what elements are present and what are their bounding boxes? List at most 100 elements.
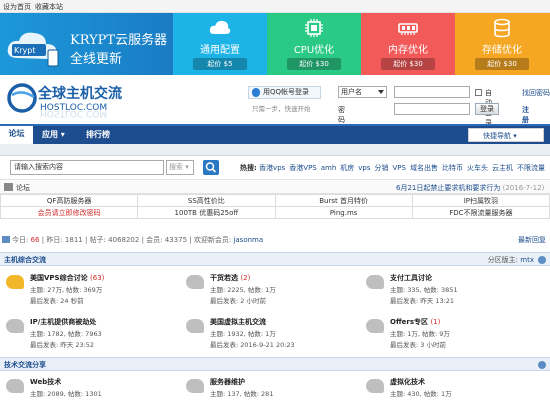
nav-item-ranking[interactable]: 排行榜 xyxy=(86,129,110,140)
collapse-icon[interactable] xyxy=(538,256,546,264)
forum-title[interactable]: 美国虚拟主机交流 xyxy=(210,317,266,327)
moderator-label: 分区版主: xyxy=(487,256,519,264)
search-input[interactable]: 请输入搜索内容 xyxy=(10,160,164,175)
forum-title[interactable]: 干货若选 (2) xyxy=(210,273,250,283)
forum-last-post[interactable]: 最后发表: 2 小时前 xyxy=(210,295,266,305)
forum-last-post[interactable]: 最后发表: 24 秒前 xyxy=(30,295,84,305)
hot-search-item[interactable]: 不限流量 xyxy=(517,164,545,172)
forum-title[interactable]: 服务器维护 xyxy=(210,377,245,387)
logo-cn-text: 全球主机交流 xyxy=(37,85,122,102)
collapse-icon[interactable] xyxy=(538,361,546,369)
hostloc-logo[interactable]: 全球主机交流 HOSTLOC.COM HOSTLOC.COM xyxy=(4,81,174,121)
qq-login-button[interactable]: 用QQ帐号登录 xyxy=(248,86,321,99)
section-moderator: 分区版主: mtx xyxy=(488,255,534,265)
password-field[interactable] xyxy=(394,103,470,115)
section-header-tech[interactable]: 技术交流分享 xyxy=(0,357,550,371)
latest-replies-link[interactable]: 最新回复 xyxy=(518,235,546,245)
ad-link[interactable]: SS高性价比 xyxy=(137,194,276,207)
forum-title[interactable]: IP/主机提供商被劫处 xyxy=(30,317,96,327)
forum-last-post[interactable]: 最后发表: 昨天 13:21 xyxy=(390,295,454,305)
register-link[interactable]: 注册 xyxy=(522,105,529,125)
forum-title[interactable]: Offers专区 (1) xyxy=(390,317,440,327)
forum-item[interactable]: IP/主机提供商被劫处 主题: 1782, 帖数: 7963 最后发表: 昨天 … xyxy=(0,314,180,358)
nav-item-forum[interactable]: 论坛 xyxy=(0,126,33,144)
hot-search-item[interactable]: vps xyxy=(358,164,370,172)
forum-thread-stats: 主题: 1782, 帖数: 7963 xyxy=(30,330,102,338)
hot-search-item[interactable]: 域名出售 xyxy=(410,164,438,172)
forum-item[interactable]: 服务器维护 主题: 137, 帖数: 281 xyxy=(180,374,360,400)
forum-last-post[interactable]: 最后发表: 昨天 23:52 xyxy=(30,339,94,349)
tile-cpu[interactable]: CPU优化 起价 $30 xyxy=(267,13,361,75)
tile-price-button[interactable]: 起价 $30 xyxy=(287,58,341,70)
ad-link[interactable]: QF高防服务器 xyxy=(0,194,139,207)
newest-member-link[interactable]: jasonma xyxy=(233,236,263,244)
forum-thread-stats: 主题: 137, 帖数: 281 xyxy=(210,390,274,398)
ad-link[interactable]: Burst 首月特价 xyxy=(274,194,413,207)
forum-item[interactable]: 美国VPS综合讨论 (63) 主题: 27万, 帖数: 369万 最后发表: 2… xyxy=(0,270,180,314)
tile-price-button[interactable]: 起价 $30 xyxy=(381,58,435,70)
section-title[interactable]: 技术交流分享 xyxy=(4,360,46,370)
tile-price-button[interactable]: 起价 $5 xyxy=(193,58,247,70)
forum-title[interactable]: 虚拟化技术 xyxy=(390,377,425,387)
tile-storage[interactable]: 存储优化 起价 $30 xyxy=(455,13,550,75)
set-home-link[interactable]: 设为首页 xyxy=(3,2,31,12)
username-type-select[interactable]: 用户名 xyxy=(338,86,387,98)
forum-item[interactable]: Offers专区 (1) 主题: 1万, 帖数: 9万 最后发表: 3 小时前 xyxy=(360,314,540,358)
hot-search-item[interactable]: 香港VPS xyxy=(289,164,316,172)
stats-newest-label: 欢迎新会员: xyxy=(193,236,232,244)
hot-search-item[interactable]: VPS xyxy=(393,164,406,172)
hot-search-item[interactable]: 云主机 xyxy=(492,164,513,172)
tile-price-button[interactable]: 起价 $30 xyxy=(475,58,529,70)
forgot-password-link[interactable]: 找回密码 xyxy=(522,88,550,98)
hot-search-item[interactable]: 香港vps xyxy=(259,164,285,172)
site-header: 全球主机交流 HOSTLOC.COM HOSTLOC.COM 用QQ帐号登录 只… xyxy=(0,75,550,127)
forum-item[interactable]: 美国虚拟主机交流 主题: 1932, 帖数: 1万 最后发表: 2016-9-2… xyxy=(180,314,360,358)
forum-name: 美国VPS综合讨论 xyxy=(30,274,88,282)
forum-thread-stats: 主题: 27万, 帖数: 369万 xyxy=(30,286,103,294)
section-title[interactable]: 主机综合交流 xyxy=(4,255,46,265)
krypt-brand-panel[interactable]: Krypt KRYPT云服务器 全线更新 xyxy=(0,13,173,75)
tile-general[interactable]: 通用配置 起价 $5 xyxy=(173,13,267,75)
hot-search-item[interactable]: 火车头 xyxy=(467,164,488,172)
forum-item[interactable]: 干货若选 (2) 主题: 2225, 帖数: 1万 最后发表: 2 小时前 xyxy=(180,270,360,314)
quick-nav-button[interactable]: 快捷导航 ▾ xyxy=(468,128,544,142)
hot-search-item[interactable]: 机房 xyxy=(340,164,354,172)
forum-item[interactable]: Web技术 主题: 2089, 帖数: 1301 xyxy=(0,374,180,400)
forum-last-post[interactable]: 最后发表: 2016-9-21 20:23 xyxy=(210,339,295,349)
moderator-link[interactable]: mtx xyxy=(520,256,534,264)
username-field[interactable] xyxy=(394,86,470,98)
hot-search-label: 热搜: xyxy=(240,164,257,172)
notice-link[interactable]: 6月21日起禁止要求机和要求行为 (2016-7-12) xyxy=(396,183,544,193)
ad-link[interactable]: Ping.ms xyxy=(274,206,413,219)
auto-login-checkbox[interactable] xyxy=(475,89,482,96)
section-header-hosting[interactable]: 主机综合交流 分区版主: mtx xyxy=(0,252,550,266)
breadcrumb-forum[interactable]: 论坛 xyxy=(16,183,30,193)
forum-new-posts-icon xyxy=(6,275,24,289)
login-button[interactable]: 登录 xyxy=(475,103,499,115)
forum-title[interactable]: 支付工具讨论 xyxy=(390,273,432,283)
forum-title[interactable]: Web技术 xyxy=(30,377,61,387)
ad-link[interactable]: FDC不限流量服务器 xyxy=(411,206,550,219)
ad-link[interactable]: 100TB 优惠码25off xyxy=(137,206,276,219)
search-type-select[interactable]: 搜索 ▾ xyxy=(166,160,194,175)
forum-title[interactable]: 美国VPS综合讨论 (63) xyxy=(30,273,104,283)
notice-text: 6月21日起禁止要求机和要求行为 xyxy=(396,184,501,192)
hot-search-item[interactable]: amh xyxy=(321,164,337,172)
hot-search-item[interactable]: 比特币 xyxy=(442,164,463,172)
forum-thread-stats: 主题: 2089, 帖数: 1301 xyxy=(30,390,102,398)
forum-item[interactable]: 支付工具讨论 主题: 335, 帖数: 3851 最后发表: 昨天 13:21 xyxy=(360,270,540,314)
home-icon[interactable] xyxy=(4,183,13,191)
tile-memory[interactable]: 内存优化 起价 $30 xyxy=(361,13,455,75)
forum-item[interactable]: 虚拟化技术 主题: 430, 帖数: 1万 xyxy=(360,374,540,400)
stats-today: 66 xyxy=(30,236,40,244)
nav-item-apps[interactable]: 应用 ▾ xyxy=(42,129,65,140)
ad-link[interactable]: 会员请立即修改密码 xyxy=(0,206,139,219)
forum-last-post[interactable]: 最后发表: 3 小时前 xyxy=(390,339,446,349)
ad-banner[interactable]: Krypt KRYPT云服务器 全线更新 通用配置 起价 $5 CPU优化 起价… xyxy=(0,13,550,75)
ad-link[interactable]: IP扫属牧羽 xyxy=(411,194,550,207)
notice-date: (2016-7-12) xyxy=(502,184,545,192)
bookmark-link[interactable]: 收藏本站 xyxy=(35,2,63,12)
memory-icon xyxy=(398,23,418,35)
search-button[interactable] xyxy=(203,160,219,175)
hot-search-item[interactable]: 分销 xyxy=(375,164,389,172)
